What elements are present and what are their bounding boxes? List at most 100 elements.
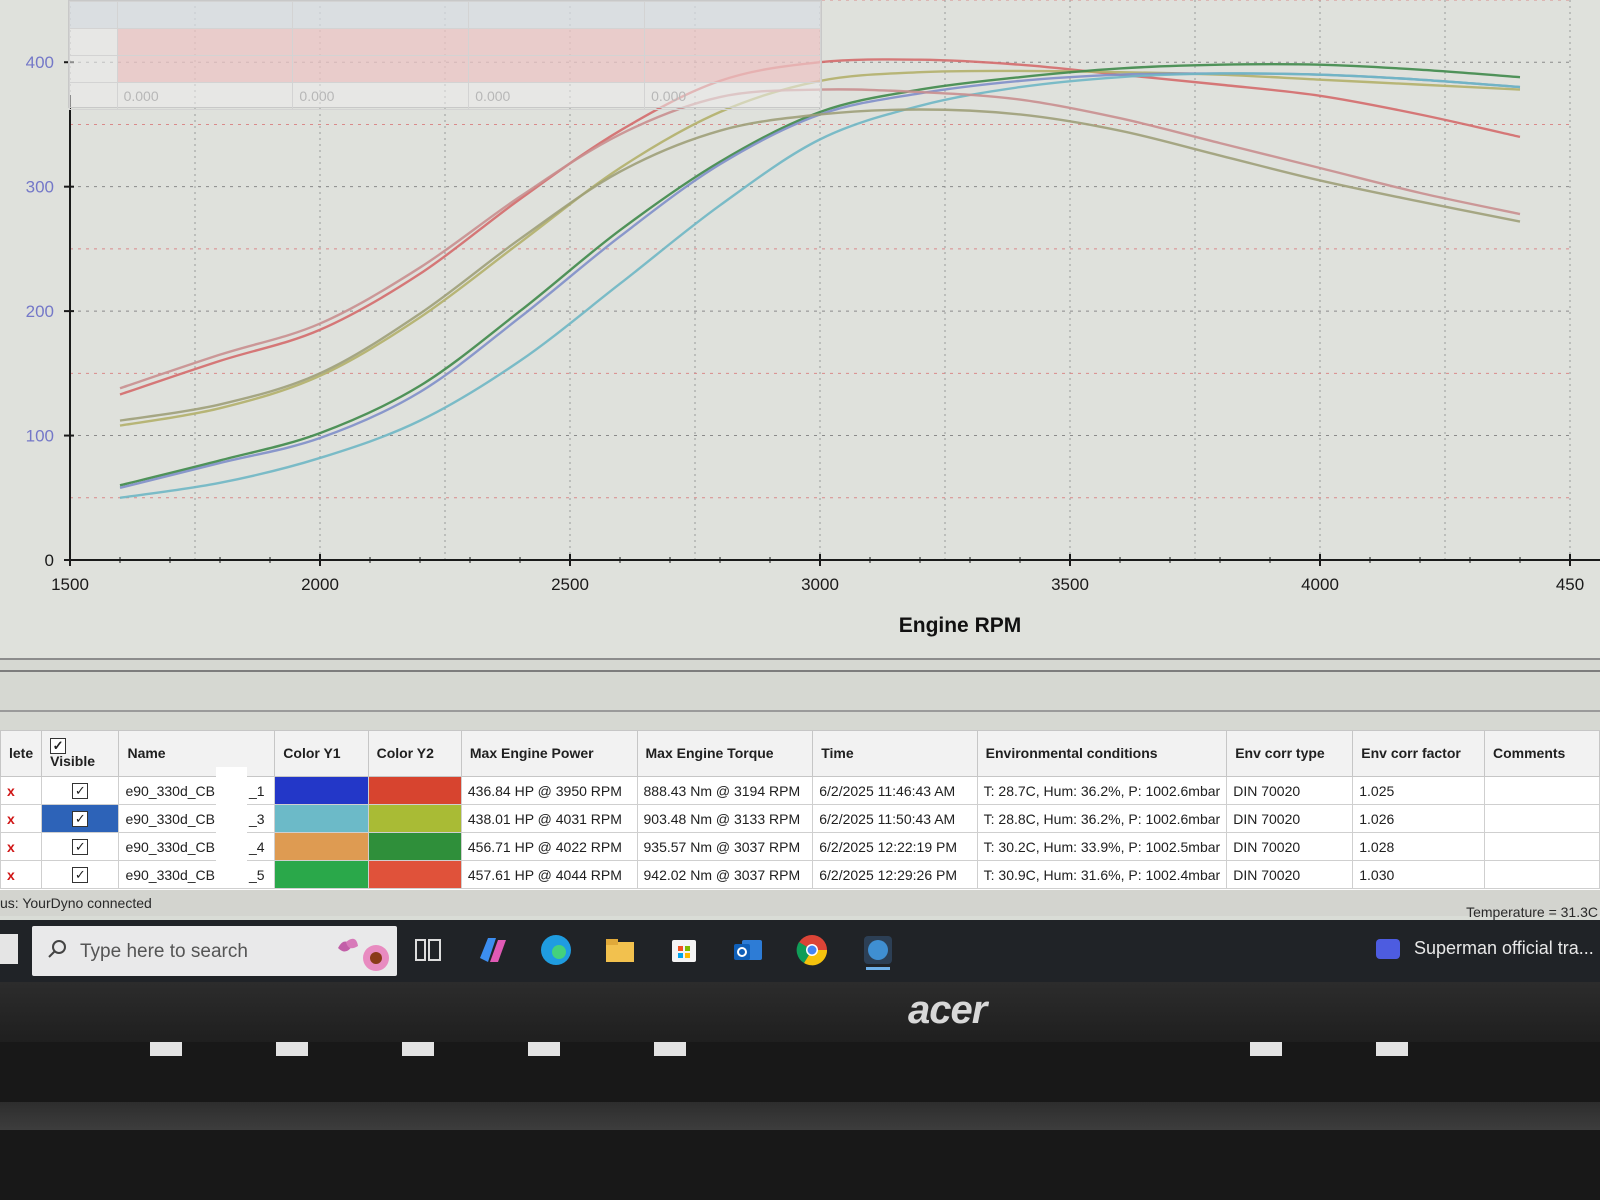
y-tick-label: 0 xyxy=(45,551,54,570)
task-view-icon[interactable] xyxy=(408,930,448,970)
visible-cell[interactable]: ✓ xyxy=(41,832,120,861)
max-torque-cell: 942.02 Nm @ 3037 RPM xyxy=(636,860,814,889)
x-tick-label: 4000 xyxy=(1301,575,1339,594)
splitter-line xyxy=(0,670,1600,672)
monitor-button xyxy=(654,1042,686,1056)
redaction-box xyxy=(216,767,247,881)
overlay-cell xyxy=(69,1,118,29)
delete-run-button[interactable]: x xyxy=(0,860,43,889)
delete-run-button[interactable]: x xyxy=(0,776,43,805)
delete-run-button[interactable]: x xyxy=(0,832,43,861)
col-delete-header[interactable]: lete xyxy=(0,730,43,777)
screen: 1500 2000 2500 3000 3500 4000 450 0 100 200 300 400… xyxy=(0,0,1600,985)
x-tick-label: 3000 xyxy=(801,575,839,594)
visible-cell[interactable]: ✓ xyxy=(41,860,120,889)
max-torque-cell: 935.57 Nm @ 3037 RPM xyxy=(636,832,814,861)
overlay-cell: 0.000 xyxy=(292,82,470,110)
color-y2-swatch[interactable] xyxy=(367,804,462,833)
series-line-4 xyxy=(119,72,1521,489)
overlay-cell xyxy=(116,28,294,56)
color-y1-swatch[interactable] xyxy=(274,776,369,805)
comments-cell[interactable] xyxy=(1484,860,1600,889)
file-explorer-icon[interactable] xyxy=(600,930,640,970)
delete-icon[interactable]: x xyxy=(7,867,15,883)
run-name-cell[interactable]: e90_330d_CB _3 xyxy=(118,804,276,833)
y-tick-label: 400 xyxy=(26,53,54,72)
dyno-chart: 1500 2000 2500 3000 3500 4000 450 0 100 200 300 400… xyxy=(0,0,1600,660)
connection-status: us: YourDyno connected xyxy=(0,895,152,911)
run-name-cell[interactable]: e90_330d_CB _5 xyxy=(118,860,276,889)
media-title: Superman official tra... xyxy=(1414,938,1594,958)
monitor-button xyxy=(402,1042,434,1056)
col-time-header[interactable]: Time xyxy=(812,730,978,777)
col-max-torque-header[interactable]: Max Engine Torque xyxy=(636,730,814,777)
y-tick-label: 100 xyxy=(26,427,54,446)
run-name: e90_330d_CB xyxy=(125,810,215,827)
delete-run-button[interactable]: x xyxy=(0,804,43,833)
desk-surface xyxy=(0,1102,1600,1130)
visible-checkbox[interactable]: ✓ xyxy=(72,839,89,855)
comments-cell[interactable] xyxy=(1484,804,1600,833)
run-name-cell[interactable]: e90_330d_CB _4 xyxy=(118,832,276,861)
y-tick-label: 300 xyxy=(26,178,54,197)
search-input[interactable]: Type here to search xyxy=(32,926,397,976)
max-torque-cell: 888.43 Nm @ 3194 RPM xyxy=(636,776,814,805)
env-cell: T: 28.7C, Hum: 36.2%, P: 1002.6mbar xyxy=(976,776,1228,805)
visible-checkbox[interactable]: ✓ xyxy=(72,867,89,883)
comments-cell[interactable] xyxy=(1484,776,1600,805)
outlook-icon[interactable] xyxy=(728,930,768,970)
search-placeholder: Type here to search xyxy=(80,941,248,962)
color-y2-swatch[interactable] xyxy=(367,860,462,889)
delete-icon[interactable]: x xyxy=(7,839,15,855)
run-name-cell[interactable]: e90_330d_CB _1 xyxy=(118,776,276,805)
run-suffix: _5 xyxy=(248,866,265,883)
col-env-factor-header[interactable]: Env corr factor xyxy=(1352,730,1485,777)
color-y2-swatch[interactable] xyxy=(367,776,462,805)
col-visible-header[interactable]: ✓ Visible xyxy=(41,730,120,777)
overlay-row xyxy=(69,55,821,83)
monitor-button xyxy=(528,1042,560,1056)
delete-icon[interactable]: x xyxy=(7,783,15,799)
env-cell: T: 30.9C, Hum: 31.6%, P: 1002.4mbar xyxy=(976,860,1228,889)
panel-splitter[interactable] xyxy=(0,658,1600,730)
x-tick-label: 2000 xyxy=(301,575,339,594)
visible-cell[interactable]: ✓ xyxy=(41,804,120,833)
store-icon[interactable] xyxy=(664,930,704,970)
color-y2-swatch[interactable] xyxy=(367,832,462,861)
monitor-button xyxy=(276,1042,308,1056)
copilot-icon[interactable] xyxy=(472,930,512,970)
col-name-header[interactable]: Name xyxy=(118,730,276,777)
color-y1-swatch[interactable] xyxy=(274,804,369,833)
monitor-button xyxy=(150,1042,182,1056)
overlay-cell xyxy=(292,1,470,29)
chrome-icon[interactable] xyxy=(792,930,832,970)
color-y1-swatch[interactable] xyxy=(274,860,369,889)
overlay-cell xyxy=(292,55,470,83)
col-env-type-header[interactable]: Env corr type xyxy=(1226,730,1354,777)
col-color-y1-header[interactable]: Color Y1 xyxy=(274,730,369,777)
col-max-power-header[interactable]: Max Engine Power xyxy=(460,730,638,777)
visible-cell[interactable]: ✓ xyxy=(41,776,120,805)
visible-all-checkbox[interactable]: ✓ xyxy=(50,738,67,754)
dyno-app-icon[interactable] xyxy=(858,930,898,970)
visible-checkbox[interactable]: ✓ xyxy=(72,811,89,827)
col-comments-header[interactable]: Comments xyxy=(1484,730,1600,777)
color-y1-swatch[interactable] xyxy=(274,832,369,861)
edge-icon[interactable] xyxy=(536,930,576,970)
overlay-cell xyxy=(644,1,821,29)
monitor-bezel: acer xyxy=(0,982,1600,1200)
max-power-cell: 436.84 HP @ 3950 RPM xyxy=(460,776,638,805)
x-tick-label: 2500 xyxy=(551,575,589,594)
overlay-cell xyxy=(468,28,646,56)
media-widget[interactable]: Superman official tra... xyxy=(1372,932,1600,968)
start-button[interactable] xyxy=(0,934,18,964)
overlay-cell xyxy=(116,1,294,29)
col-env-header[interactable]: Environmental conditions xyxy=(976,730,1228,777)
comments-cell[interactable] xyxy=(1484,832,1600,861)
run-name: e90_330d_CB xyxy=(125,838,215,855)
visible-checkbox[interactable]: ✓ xyxy=(72,783,89,799)
col-color-y2-header[interactable]: Color Y2 xyxy=(367,730,462,777)
delete-icon[interactable]: x xyxy=(7,811,15,827)
overlay-cell: 0.000 xyxy=(116,82,294,110)
overlay-cell xyxy=(116,55,294,83)
